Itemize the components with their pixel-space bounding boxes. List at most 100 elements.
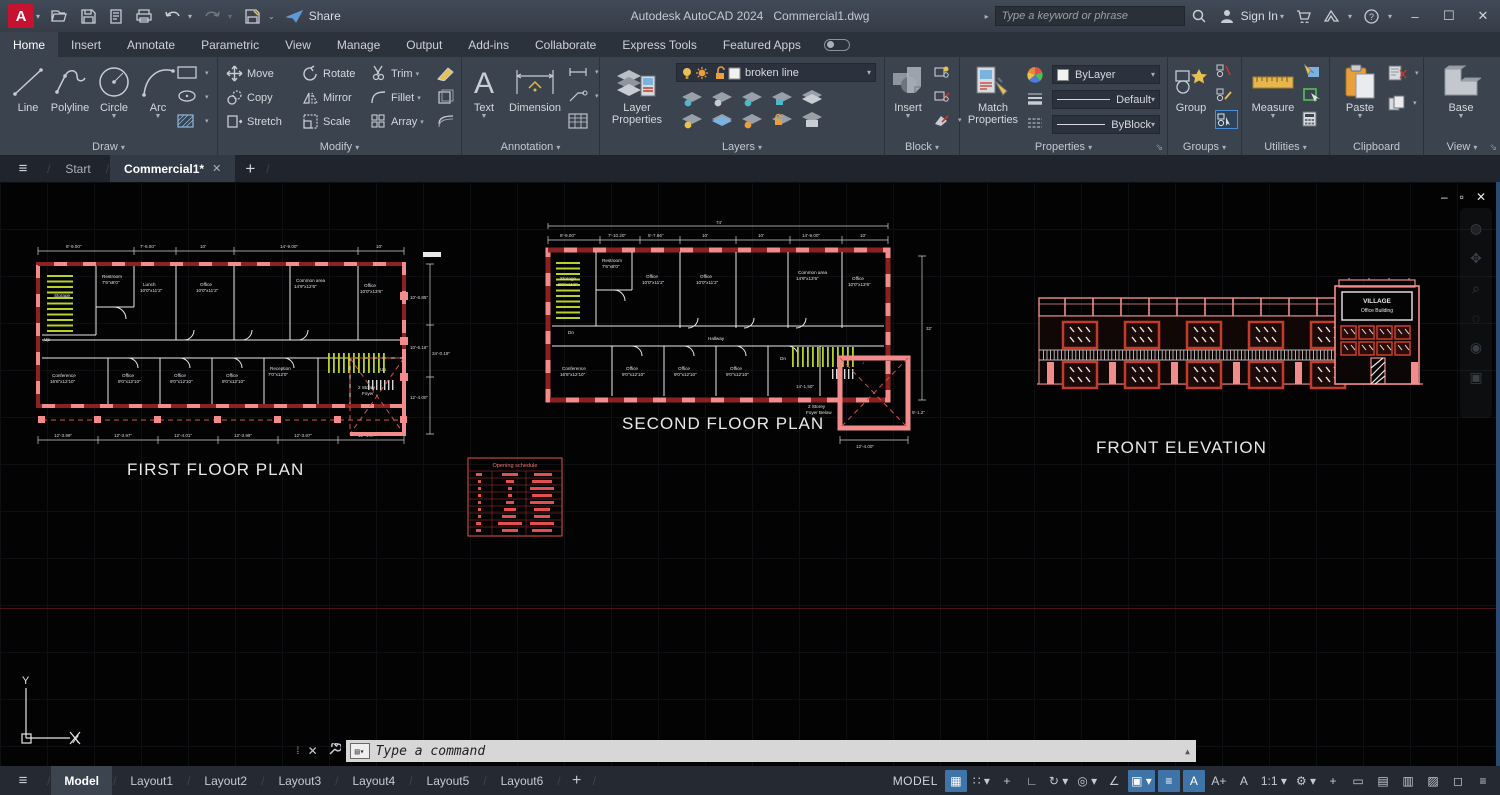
- full-nav-wheel-icon[interactable]: ◍: [1470, 220, 1482, 237]
- viewport-close-button[interactable]: ✕: [1476, 190, 1486, 204]
- quick-properties-toggle[interactable]: ▭: [1347, 770, 1369, 792]
- layer-dropdown[interactable]: broken line▾: [676, 63, 876, 82]
- annotation-scale-icon[interactable]: A: [1233, 770, 1255, 792]
- command-recent-icon[interactable]: ▤▾: [350, 743, 370, 759]
- tab-start[interactable]: Start: [51, 155, 104, 182]
- base-button[interactable]: Base▼: [1436, 62, 1486, 119]
- annotation-monitor-toggle[interactable]: +: [1322, 770, 1344, 792]
- help-caret-icon[interactable]: ▾: [1388, 12, 1392, 21]
- explode-tool[interactable]: [436, 89, 458, 105]
- command-grip-handle[interactable]: ⁞⁞: [296, 746, 298, 757]
- save-icon[interactable]: [76, 5, 100, 27]
- quick-select-tool[interactable]: [1302, 63, 1324, 78]
- minimize-button[interactable]: –: [1398, 0, 1432, 32]
- stretch-tool[interactable]: Stretch: [226, 113, 282, 130]
- autodesk-logo-icon[interactable]: [1320, 5, 1344, 27]
- command-close-icon[interactable]: ✕: [308, 744, 318, 758]
- redo-icon[interactable]: [200, 5, 224, 27]
- help-icon[interactable]: ?: [1360, 5, 1384, 27]
- copy-clip-tool[interactable]: ▾: [1388, 95, 1417, 111]
- tab-annotate[interactable]: Annotate: [114, 32, 188, 57]
- copy-tool[interactable]: Copy: [226, 89, 273, 106]
- annotation-visibility-toggle[interactable]: A: [1183, 770, 1205, 792]
- open-icon[interactable]: [48, 5, 72, 27]
- viewport-minimize-button[interactable]: –: [1441, 190, 1448, 204]
- mirror-tool[interactable]: Mirror: [302, 89, 352, 106]
- block-attributes-tool[interactable]: ▾: [933, 113, 962, 127]
- annotation-scale-dropdown[interactable]: 1:1 ▾: [1258, 770, 1290, 792]
- table-tool[interactable]: [568, 113, 592, 129]
- text-tool[interactable]: A Text▼: [464, 62, 504, 119]
- search-input[interactable]: Type a keyword or phrase: [995, 6, 1185, 26]
- workspace-switching-button[interactable]: ⚙ ▾: [1293, 770, 1319, 792]
- rectangle-tool[interactable]: ▾: [176, 65, 209, 80]
- autodesk-caret-icon[interactable]: ▾: [1348, 12, 1352, 21]
- layout-menu-icon[interactable]: ≡: [0, 766, 46, 795]
- clean-screen-warning-icon[interactable]: ▨: [1422, 770, 1444, 792]
- tab-manage[interactable]: Manage: [324, 32, 393, 57]
- tab-model[interactable]: Model: [51, 766, 112, 795]
- customize-wrench-icon[interactable]: [328, 743, 341, 759]
- qat-customize-caret-icon[interactable]: ⌄: [268, 12, 275, 21]
- autocad-logo-icon[interactable]: A: [8, 4, 34, 28]
- scale-tool[interactable]: Scale: [302, 113, 351, 130]
- group-selection-toggle[interactable]: [1216, 111, 1237, 128]
- redo-caret-icon[interactable]: ▾: [228, 12, 232, 21]
- panel-label-groups[interactable]: Groups ▾: [1168, 141, 1241, 153]
- insert-block-button[interactable]: Insert▼: [885, 62, 931, 119]
- new-drawing-button[interactable]: +: [235, 155, 265, 182]
- clean-screen-button[interactable]: ◻: [1447, 770, 1469, 792]
- ribbon-display-toggle[interactable]: [824, 39, 850, 51]
- panel-label-annotation[interactable]: Annotation ▾: [462, 141, 599, 153]
- isometric-drafting-toggle[interactable]: ◎ ▾: [1074, 770, 1100, 792]
- polar-tracking-toggle[interactable]: ↻ ▾: [1046, 770, 1071, 792]
- tab-layout1[interactable]: Layout1: [117, 766, 186, 795]
- new-layout-button[interactable]: +: [562, 766, 592, 795]
- grid-toggle[interactable]: ▦: [945, 770, 967, 792]
- color-dropdown[interactable]: ByLayer▾: [1052, 65, 1160, 84]
- trim-tool[interactable]: Trim▾: [370, 65, 419, 82]
- viewport-restore-button[interactable]: ▫: [1460, 190, 1464, 204]
- erase-tool[interactable]: [436, 65, 460, 81]
- navigation-bar[interactable]: ◍ ✥ ⌕ ◌ ◉ ▣: [1460, 208, 1492, 418]
- panel-label-modify[interactable]: Modify ▾: [218, 141, 461, 153]
- panel-label-view[interactable]: View ▾ ⇘: [1424, 141, 1500, 153]
- dimension-tool[interactable]: Dimension: [504, 62, 566, 114]
- layer-properties-button[interactable]: LayerProperties: [604, 62, 670, 126]
- tab-insert[interactable]: Insert: [58, 32, 114, 57]
- close-file-icon[interactable]: ✕: [212, 162, 221, 175]
- panel-label-properties[interactable]: Properties ▾ ⇘: [960, 141, 1167, 153]
- tab-addins[interactable]: Add-ins: [455, 32, 522, 57]
- undo-caret-icon[interactable]: ▾: [188, 12, 192, 21]
- ungroup-tool[interactable]: [1216, 63, 1236, 78]
- app-menu-caret-icon[interactable]: ▾: [36, 12, 40, 21]
- maximize-button[interactable]: ☐: [1432, 0, 1466, 32]
- leader-dim-tool[interactable]: ▾: [568, 65, 599, 79]
- file-tabs-menu-icon[interactable]: ≡: [0, 155, 46, 182]
- close-button[interactable]: ✕: [1466, 0, 1500, 32]
- tab-layout2[interactable]: Layout2: [191, 766, 260, 795]
- group-button[interactable]: Group: [1168, 62, 1214, 114]
- tab-view[interactable]: View: [272, 32, 324, 57]
- array-tool[interactable]: Array▾: [370, 113, 424, 130]
- rotate-tool[interactable]: Rotate: [302, 65, 355, 82]
- share-label[interactable]: Share: [309, 9, 341, 23]
- tab-commercial1[interactable]: Commercial1*✕: [110, 155, 235, 182]
- orbit-icon[interactable]: ◌: [1472, 310, 1480, 326]
- cut-tool[interactable]: ▾: [1388, 65, 1419, 81]
- offset-tool[interactable]: [436, 113, 460, 127]
- search-expand-caret-icon[interactable]: ▸: [985, 12, 989, 21]
- quick-calc-tool[interactable]: [1302, 111, 1321, 127]
- lineweight-toggle[interactable]: ≡: [1158, 770, 1180, 792]
- autoscale-toggle[interactable]: A+: [1208, 770, 1230, 792]
- edit-block-tool[interactable]: [933, 89, 955, 103]
- share-icon[interactable]: [283, 5, 307, 27]
- model-space-badge[interactable]: MODEL: [893, 774, 938, 788]
- sign-in-caret-icon[interactable]: ▾: [1280, 12, 1284, 21]
- tab-layout4[interactable]: Layout4: [340, 766, 409, 795]
- vertical-scrollbar[interactable]: [1496, 182, 1500, 766]
- user-icon[interactable]: [1215, 5, 1239, 27]
- measure-button[interactable]: Measure▼: [1246, 62, 1300, 119]
- create-block-tool[interactable]: [933, 65, 955, 79]
- ortho-toggle[interactable]: ∟: [1021, 770, 1043, 792]
